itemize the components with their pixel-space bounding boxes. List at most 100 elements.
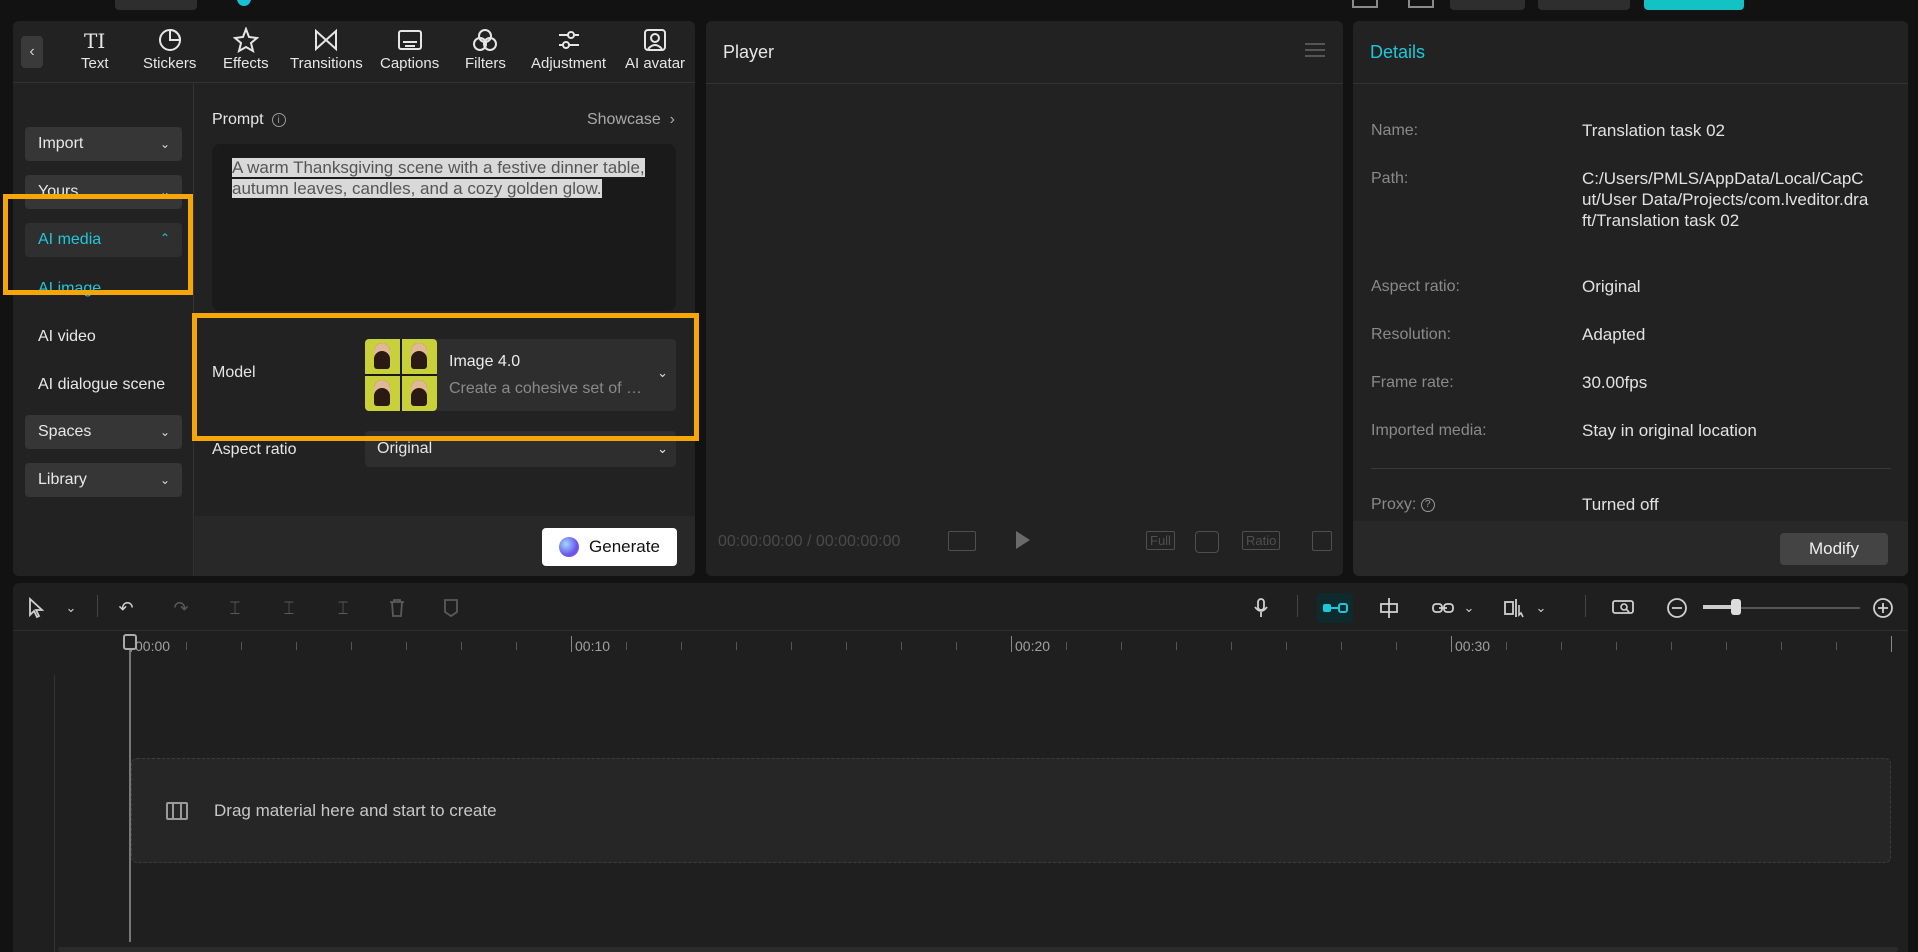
- tab-filters[interactable]: Filters: [465, 27, 506, 72]
- ruler-tick: [1121, 642, 1122, 650]
- info-icon[interactable]: i: [271, 113, 286, 127]
- toolbar-button[interactable]: [1450, 0, 1525, 10]
- sidebar-item-ai-media[interactable]: AI media ⌃: [25, 223, 182, 257]
- zoom-fit-icon[interactable]: [1195, 531, 1219, 553]
- fullscreen-icon[interactable]: [1312, 531, 1332, 551]
- sidebar-item-import[interactable]: Import ⌄: [25, 127, 182, 161]
- details-title: Details: [1370, 42, 1426, 62]
- aspect-ratio-dropdown[interactable]: Original ⌄: [365, 431, 676, 467]
- layout-icon[interactable]: [1352, 0, 1378, 8]
- zoom-in-icon[interactable]: [1871, 596, 1895, 620]
- chevron-down-icon[interactable]: ⌄: [1457, 596, 1481, 620]
- sidebar-item-yours[interactable]: Yours ⌄: [25, 175, 182, 209]
- grid-icon[interactable]: [948, 531, 976, 551]
- horizontal-scrollbar[interactable]: [58, 947, 1898, 952]
- undo-icon[interactable]: ↶: [114, 596, 138, 620]
- detail-key: Name:: [1371, 122, 1419, 139]
- sidebar-item-spaces[interactable]: Spaces ⌄: [25, 415, 182, 449]
- zoom-out-icon[interactable]: [1665, 596, 1689, 620]
- timeline-ruler[interactable]: 00:00 00:10 00:20 00:30: [13, 632, 1908, 662]
- ruler-tick: [1396, 642, 1397, 650]
- ruler-tick: [1176, 642, 1177, 650]
- sidebar-item-library[interactable]: Library ⌄: [25, 463, 182, 497]
- sidebar-item-ai-image[interactable]: AI image: [38, 280, 101, 298]
- aspect-ratio-label: Aspect ratio: [212, 441, 297, 458]
- tab-effects[interactable]: Effects: [223, 27, 269, 72]
- prompt-label: Prompt i: [212, 111, 286, 129]
- zoom-slider-handle[interactable]: [1731, 599, 1741, 615]
- tab-text[interactable]: TI Text: [81, 27, 109, 72]
- ruler-tick: [626, 642, 627, 650]
- tab-label: Transitions: [290, 55, 363, 72]
- share-button[interactable]: [1538, 0, 1630, 10]
- ruler-tick: [1341, 642, 1342, 650]
- tab-transitions[interactable]: Transitions: [290, 27, 363, 72]
- sidebar-item-label: Library: [38, 471, 87, 488]
- media-panel: ‹ TI Text Stickers Effects Transitions C…: [13, 21, 695, 576]
- ruler-tick: [736, 642, 737, 650]
- ruler-label: 00:20: [1015, 638, 1051, 654]
- playhead[interactable]: [129, 636, 131, 942]
- ruler-tick: [186, 642, 187, 650]
- effects-icon: [232, 27, 259, 53]
- ruler-tick: [1836, 642, 1837, 650]
- collapse-button[interactable]: ‹: [21, 36, 43, 68]
- player-title: Player: [723, 42, 775, 62]
- detail-key: Frame rate:: [1371, 374, 1454, 391]
- microphone-icon[interactable]: [1249, 596, 1273, 620]
- window-icon[interactable]: [1408, 0, 1434, 8]
- link-clips-icon[interactable]: [1431, 596, 1455, 620]
- tab-label: Captions: [380, 55, 440, 72]
- filters-icon: [473, 29, 498, 51]
- tab-ai-avatar[interactable]: AI avatar: [625, 27, 685, 72]
- tab-adjustment[interactable]: Adjustment: [531, 27, 606, 72]
- full-button[interactable]: Full: [1146, 531, 1175, 550]
- ai-orb-icon: [559, 537, 580, 557]
- chevron-down-icon[interactable]: ⌄: [59, 596, 83, 620]
- ruler-tick: [461, 642, 462, 650]
- tab-captions[interactable]: Captions: [380, 27, 439, 72]
- showcase-label: Showcase: [586, 111, 661, 128]
- ruler-tick: [901, 642, 902, 650]
- divider: [1353, 83, 1908, 84]
- select-cursor-icon[interactable]: [25, 596, 49, 620]
- chevron-down-icon[interactable]: ⌄: [1529, 596, 1553, 620]
- model-dropdown[interactable]: Image 4.0 Create a cohesive set of image…: [365, 339, 676, 411]
- sidebar-item-ai-video[interactable]: AI video: [38, 328, 96, 346]
- detail-key: Proxy: ?: [1371, 496, 1435, 514]
- menu-icon[interactable]: [1305, 43, 1325, 57]
- stickers-icon: [158, 28, 181, 51]
- preview-axis-icon[interactable]: [1503, 596, 1527, 620]
- chevron-down-icon: ⌄: [159, 473, 170, 487]
- sidebar-item-ai-dialogue-scene[interactable]: AI dialogue scene: [38, 376, 165, 394]
- info-icon[interactable]: ?: [1420, 497, 1435, 512]
- export-button[interactable]: [1644, 0, 1744, 10]
- playhead-handle[interactable]: [123, 634, 137, 650]
- ruler-tick: [406, 642, 407, 650]
- generate-button[interactable]: Generate: [542, 528, 677, 566]
- ratio-button[interactable]: Ratio: [1242, 531, 1281, 550]
- showcase-link[interactable]: Showcase ›: [587, 111, 675, 129]
- play-icon[interactable]: [1016, 531, 1030, 549]
- prompt-text: A warm Thanksgiving scene with a festive…: [232, 158, 645, 198]
- title-tab[interactable]: [115, 0, 197, 10]
- detail-value: Turned off: [1582, 495, 1659, 514]
- modify-button[interactable]: Modify: [1780, 533, 1888, 565]
- divider: [1371, 468, 1891, 469]
- auto-snap-icon[interactable]: [1377, 596, 1401, 620]
- adjustment-icon: [558, 31, 579, 49]
- ruler-major-tick: [1891, 636, 1892, 652]
- main-track-drop-zone[interactable]: Drag material here and start to create: [131, 758, 1891, 863]
- delete-icon: [385, 596, 409, 620]
- ruler-tick: [1616, 642, 1617, 650]
- chevron-down-icon: ⌄: [159, 137, 170, 151]
- prompt-input[interactable]: A warm Thanksgiving scene with a festive…: [212, 144, 676, 311]
- main-track-magnet-toggle[interactable]: [1317, 593, 1353, 623]
- preview-zoom-icon[interactable]: [1611, 596, 1635, 620]
- divider: [97, 595, 98, 617]
- ruler-tick: [1781, 642, 1782, 650]
- tab-stickers[interactable]: Stickers: [143, 27, 196, 72]
- ai-avatar-icon: [644, 29, 667, 51]
- ruler-tick: [241, 642, 242, 650]
- text-icon: TI: [84, 29, 105, 53]
